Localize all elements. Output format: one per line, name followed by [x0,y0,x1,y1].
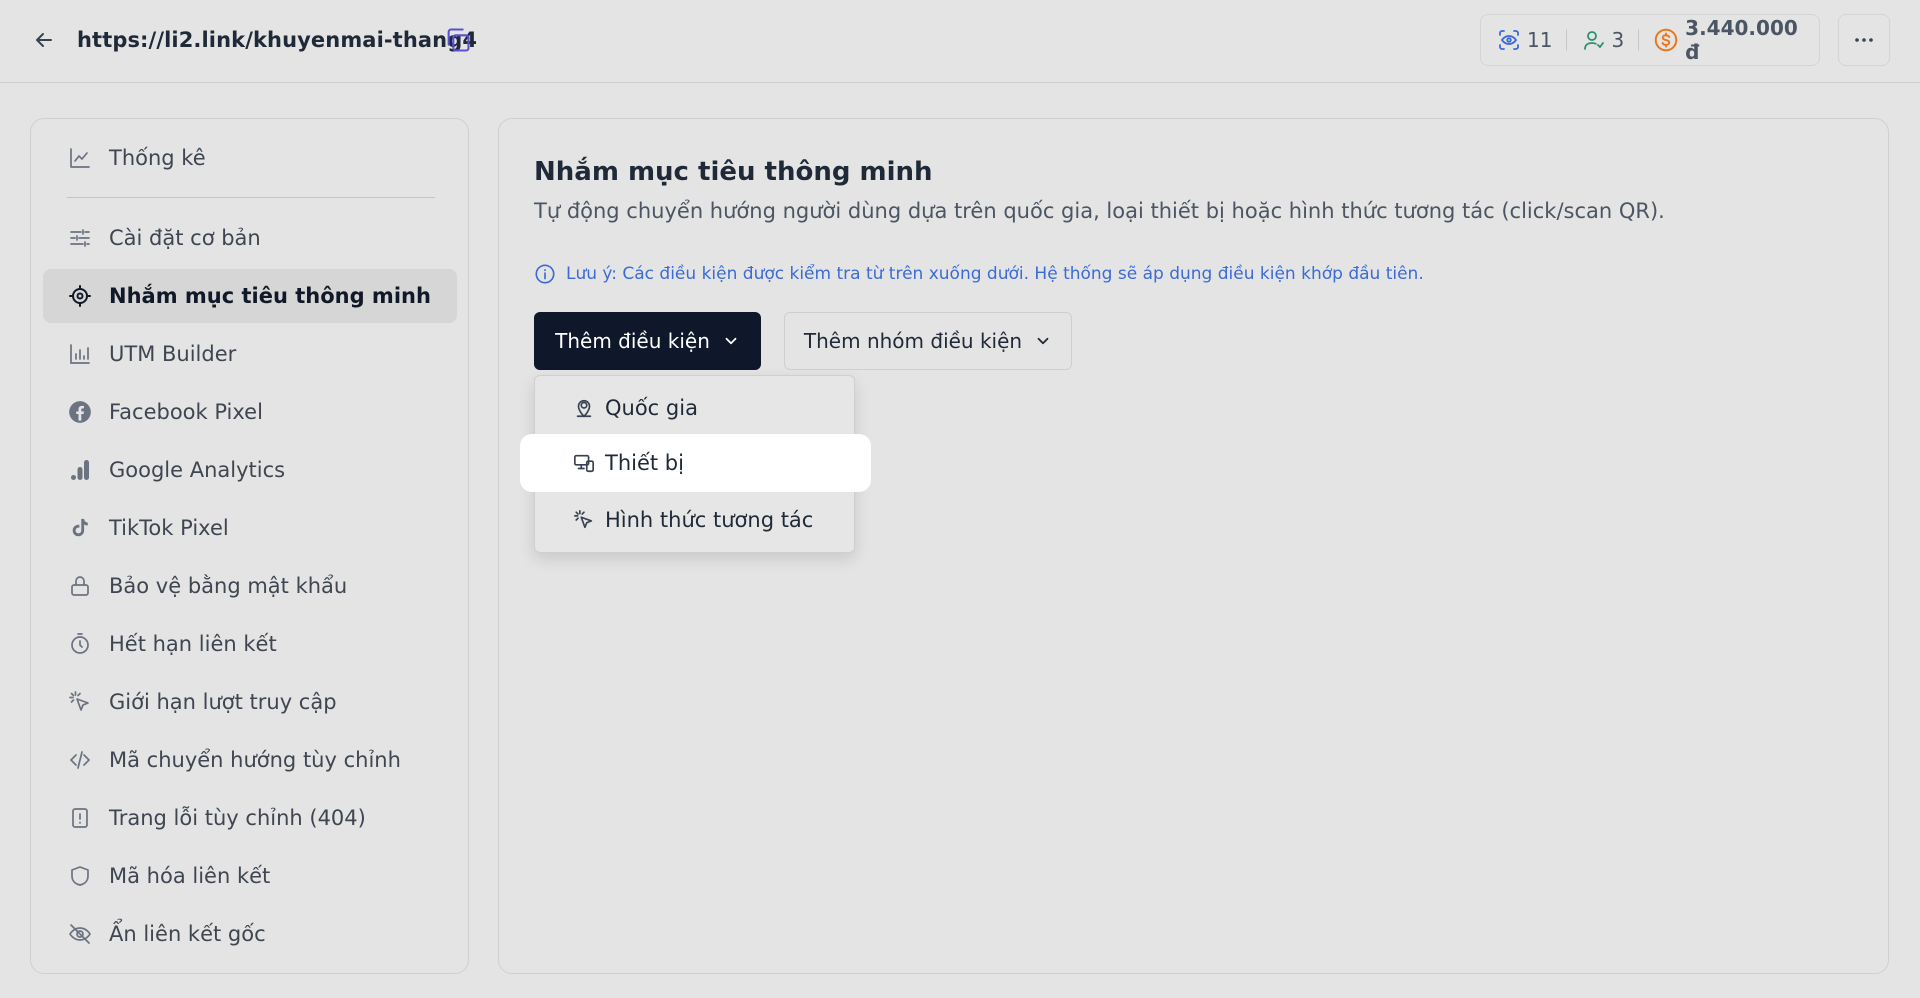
users-stat: 3 [1581,28,1624,52]
views-count: 11 [1527,28,1553,52]
link-stats: 11 3 3.440.000 đ [1480,14,1820,66]
sidebar-item-label: Giới hạn lượt truy cập [109,690,337,714]
location-pin-icon [576,399,592,418]
dropdown-item-country[interactable]: Quốc gia [535,382,856,434]
more-options-button[interactable] [1838,14,1890,66]
click-icon [574,510,593,529]
tiktok-icon [67,515,93,541]
page-title: Nhắm mục tiêu thông minh [534,157,933,187]
arrow-left-icon [36,33,52,47]
sidebar-item-label: Google Analytics [109,458,286,482]
sidebar-item-label: Facebook Pixel [109,400,263,424]
timer-icon [67,631,93,657]
sidebar-item-tiktok-pixel[interactable]: TikTok Pixel [43,501,457,555]
user-icon [1584,31,1605,50]
back-button[interactable] [30,26,58,54]
lock-icon [67,573,93,599]
sidebar-item-link-expiration[interactable]: Hết hạn liên kết [43,617,457,671]
google-analytics-icon [67,457,93,483]
sidebar-item-statistics[interactable]: Thống kê [43,131,457,185]
info-note-text: Lưu ý: Các điều kiện được kiểm tra từ tr… [566,264,1424,284]
sidebar-item-label: Mã hóa liên kết [109,864,271,888]
dollar-coin-icon [1654,28,1678,52]
add-condition-dropdown: Quốc gia Thiết bị Hình thức tương tác [520,375,871,553]
sidebar-item-utm-builder[interactable]: UTM Builder [43,327,457,381]
chart-line-icon [67,145,93,171]
dropdown-item-label: Hình thức tương tác [605,508,814,532]
short-url: https://li2.link/khuyenmai-thang4 [77,28,478,52]
add-condition-button[interactable]: Thêm điều kiện [534,312,761,370]
code-icon [67,747,93,773]
sidebar-item-hide-original-link[interactable]: Ẩn liên kết gốc [43,907,457,961]
sidebar-item-link-encryption[interactable]: Mã hóa liên kết [43,849,457,903]
users-count: 3 [1611,28,1625,52]
stat-divider [1566,29,1568,51]
shield-icon [67,863,93,889]
sidebar-item-password-protection[interactable]: Bảo vệ bằng mật khẩu [43,559,457,613]
facebook-icon [67,399,93,425]
info-note: Lưu ý: Các điều kiện được kiểm tra từ tr… [534,263,1424,285]
chevron-down-icon [1037,337,1049,345]
revenue-amount: 3.440.000 đ [1685,16,1798,64]
add-condition-label: Thêm điều kiện [555,329,710,353]
sliders-icon [67,225,93,251]
eye-scan-icon [1499,30,1519,50]
copy-icon [447,28,470,52]
sidebar-item-label: Thống kê [109,146,206,170]
sidebar-item-label: Trang lỗi tùy chỉnh (404) [109,806,366,830]
sidebar-item-facebook-pixel[interactable]: Facebook Pixel [43,385,457,439]
sidebar-item-label: TikTok Pixel [109,516,229,540]
dropdown-item-label: Thiết bị [605,451,684,475]
dropdown-item-interaction-type[interactable]: Hình thức tương tác [535,494,856,546]
click-icon [67,689,93,715]
bar-chart-icon [67,341,93,367]
sidebar-item-label: UTM Builder [109,342,237,366]
more-horizontal-icon [1855,38,1873,42]
devices-icon [574,454,594,473]
add-group-label: Thêm nhóm điều kiện [803,329,1023,353]
info-icon [535,264,555,284]
top-bar: https://li2.link/khuyenmai-thang4 11 3 3… [0,0,1920,83]
chevron-down-icon [725,337,737,345]
sidebar-item-basic-settings[interactable]: Cài đặt cơ bản [43,211,457,265]
dropdown-item-label: Quốc gia [605,396,698,420]
sidebar-item-access-limit[interactable]: Giới hạn lượt truy cập [43,675,457,729]
sidebar-item-google-analytics[interactable]: Google Analytics [43,443,457,497]
page-description: Tự động chuyển hướng người dùng dựa trên… [534,199,1665,223]
sidebar-item-label: Cài đặt cơ bản [109,226,261,250]
sidebar-divider [67,197,435,198]
eye-off-icon [67,921,93,947]
sidebar-item-label: Bảo vệ bằng mật khẩu [109,574,348,598]
sidebar-item-custom-redirect-code[interactable]: Mã chuyển hướng tùy chỉnh [43,733,457,787]
sidebar-item-custom-404[interactable]: Trang lỗi tùy chỉnh (404) [43,791,457,845]
stat-divider [1638,29,1640,51]
sidebar-item-label: Hết hạn liên kết [109,632,277,656]
views-stat: 11 [1497,28,1552,52]
file-alert-icon [67,805,93,831]
sidebar-item-label: Ẩn liên kết gốc [109,922,266,946]
sidebar-item-label: Mã chuyển hướng tùy chỉnh [109,748,401,772]
sidebar-item-label: Nhắm mục tiêu thông minh [109,284,431,308]
copy-url-button[interactable] [442,24,474,56]
revenue-stat: 3.440.000 đ [1653,16,1819,64]
dropdown-item-device[interactable]: Thiết bị [520,434,871,492]
sidebar-item-smart-targeting[interactable]: Nhắm mục tiêu thông minh [43,269,457,323]
smart-targeting-panel: Nhắm mục tiêu thông minh Tự động chuyển … [498,118,1889,974]
settings-sidebar: Thống kê Cài đặt cơ bản Nhắm mục tiêu th… [30,118,469,974]
add-condition-group-button[interactable]: Thêm nhóm điều kiện [784,312,1072,370]
crosshair-icon [67,283,93,309]
